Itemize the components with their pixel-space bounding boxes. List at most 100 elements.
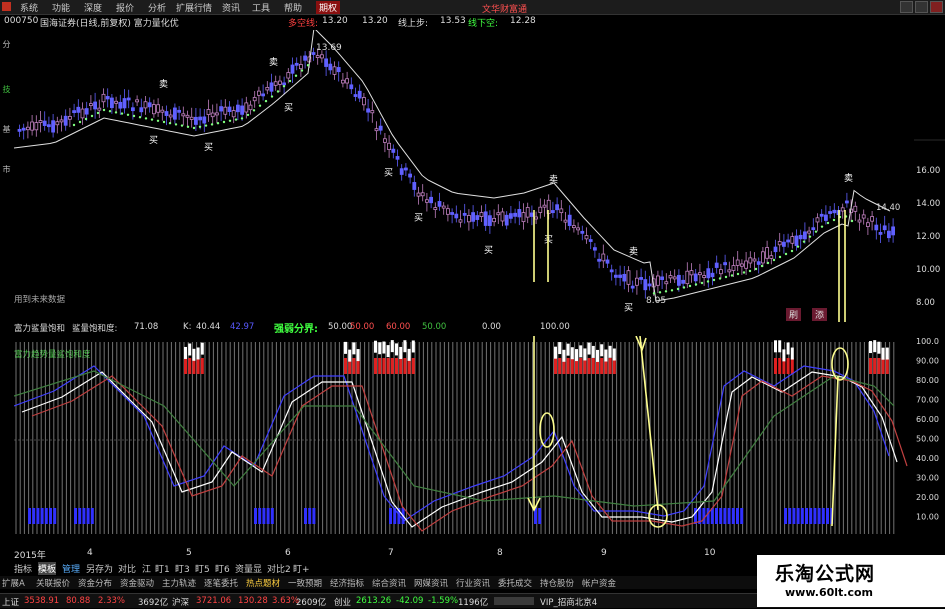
tab-ding5[interactable]: 盯5: [195, 562, 210, 575]
candle-body: [391, 148, 396, 153]
white-block: [390, 340, 394, 353]
support-dot: [216, 122, 220, 125]
support-dot: [790, 249, 794, 253]
support-dot: [270, 95, 274, 98]
candle-body: [588, 239, 593, 242]
tab-ding1[interactable]: 盯1: [155, 562, 170, 575]
white-block: [587, 342, 591, 355]
func-button[interactable]: 持仓股份: [540, 577, 574, 589]
oscillator-lines: [14, 365, 908, 532]
sh-pct: 2.33%: [98, 596, 126, 606]
white-block: [881, 347, 885, 360]
candle-body: [719, 269, 723, 275]
candle-body: [269, 82, 274, 92]
menu-item-options[interactable]: 期权: [316, 1, 341, 14]
support-dot: [72, 123, 76, 127]
menu-item-system[interactable]: 系统: [20, 1, 38, 14]
func-button[interactable]: 热点题材: [246, 577, 280, 589]
candle-body: [626, 270, 631, 285]
red-block: [873, 358, 877, 374]
pink-tab-1[interactable]: 刷: [786, 308, 802, 321]
tab-compare[interactable]: 对比: [118, 562, 136, 575]
sh-label: 上证: [2, 598, 20, 608]
blue-block: [817, 508, 821, 524]
tab-indicator[interactable]: 指标: [14, 562, 32, 575]
red-block: [554, 358, 557, 374]
tab-manage[interactable]: 管理: [62, 562, 80, 575]
side-tab-depth[interactable]: 市场深度: [1, 165, 12, 173]
func-button[interactable]: 综合资讯: [372, 577, 406, 589]
white-block: [575, 349, 578, 362]
func-button[interactable]: 扩展A: [2, 577, 25, 589]
indicator-v2: 60.00: [386, 322, 411, 332]
red-block: [411, 358, 415, 374]
candle-body: [227, 106, 232, 112]
candle-body: [17, 128, 22, 132]
candle-body: [689, 270, 694, 276]
menu-item-help[interactable]: 帮助: [284, 1, 302, 14]
tab-compare-2[interactable]: 对比2: [267, 562, 291, 575]
white-block: [596, 349, 599, 362]
k-line: [14, 365, 890, 522]
tab-volume[interactable]: 资量显: [235, 562, 262, 575]
func-button[interactable]: 网媒资讯: [414, 577, 448, 589]
support-dot: [742, 271, 746, 274]
tab-save-as[interactable]: 另存为: [86, 562, 113, 575]
candle-body: [387, 142, 392, 151]
side-tab-fundamental[interactable]: 基本资料: [1, 125, 12, 133]
candle-body: [319, 54, 324, 59]
func-button[interactable]: 逐笔委托: [204, 577, 238, 589]
menu-item-news[interactable]: 资讯: [222, 1, 240, 14]
tab-ding3[interactable]: 盯3: [175, 562, 190, 575]
candle-body: [622, 273, 627, 282]
menu-item-depth[interactable]: 深度: [84, 1, 102, 14]
red-block: [579, 358, 583, 374]
tab-template[interactable]: 模板: [38, 562, 57, 575]
candle-body: [408, 173, 413, 178]
side-tab-technical[interactable]: 技术分析: [1, 85, 12, 93]
candle-body: [508, 213, 513, 219]
pink-tab-2[interactable]: 添: [812, 308, 828, 321]
func-button[interactable]: 资金分布: [78, 577, 112, 589]
side-tab-timeshare[interactable]: 分时走势: [1, 40, 12, 48]
tab-ding6[interactable]: 盯6: [215, 562, 230, 575]
func-button[interactable]: 关联报价: [36, 577, 70, 589]
candle-body: [105, 96, 110, 100]
menu-item-quote[interactable]: 报价: [116, 1, 134, 14]
menu-item-tools[interactable]: 工具: [252, 1, 270, 14]
maximize-icon[interactable]: [915, 1, 928, 13]
oscillator-chart[interactable]: 100.0 90.00 80.00 70.00 60.00 50.00 40.00 30.00…: [14, 336, 945, 546]
func-button[interactable]: 行业资讯: [456, 577, 490, 589]
func-button[interactable]: 经济指标: [330, 577, 364, 589]
candlestick-chart[interactable]: 买买买买买买买买卖卖卖卖卖卖 16.00 14.00 12.00 10.00 8…: [14, 30, 945, 322]
candle-body: [677, 274, 681, 286]
menu-item-extended[interactable]: 扩展行情: [176, 1, 212, 14]
func-button[interactable]: 委托成交: [498, 577, 532, 589]
func-button[interactable]: 资金驱动: [120, 577, 154, 589]
candle-body: [635, 277, 639, 286]
support-dot: [282, 85, 286, 88]
minimize-icon[interactable]: [900, 1, 913, 13]
func-button[interactable]: 帐户资金: [582, 577, 616, 589]
blue-block: [813, 508, 817, 524]
signal-markers: 买买买买买买买买卖卖卖卖卖卖: [149, 57, 853, 314]
hs-label: 沪深: [172, 598, 190, 608]
candle-body: [819, 213, 824, 217]
menu-item-function[interactable]: 功能: [52, 1, 70, 14]
support-dot: [162, 120, 166, 124]
close-icon[interactable]: [930, 1, 943, 13]
func-button[interactable]: 主力轨迹: [162, 577, 196, 589]
candle-body: [874, 224, 879, 231]
blue-block: [740, 508, 744, 524]
candle-body: [782, 241, 786, 247]
blue-block: [258, 508, 262, 524]
candle-body: [135, 99, 139, 103]
candle-body: [433, 207, 438, 211]
func-button[interactable]: 一致预期: [288, 577, 322, 589]
tab-jiang[interactable]: 江: [142, 562, 151, 575]
xianshang-value: 13.53: [440, 16, 466, 26]
hs-amount: 2609亿: [296, 598, 327, 608]
menu-item-analysis[interactable]: 分析: [148, 1, 166, 14]
tab-ding-plus[interactable]: 盯+: [293, 562, 310, 575]
support-dot: [156, 119, 160, 123]
